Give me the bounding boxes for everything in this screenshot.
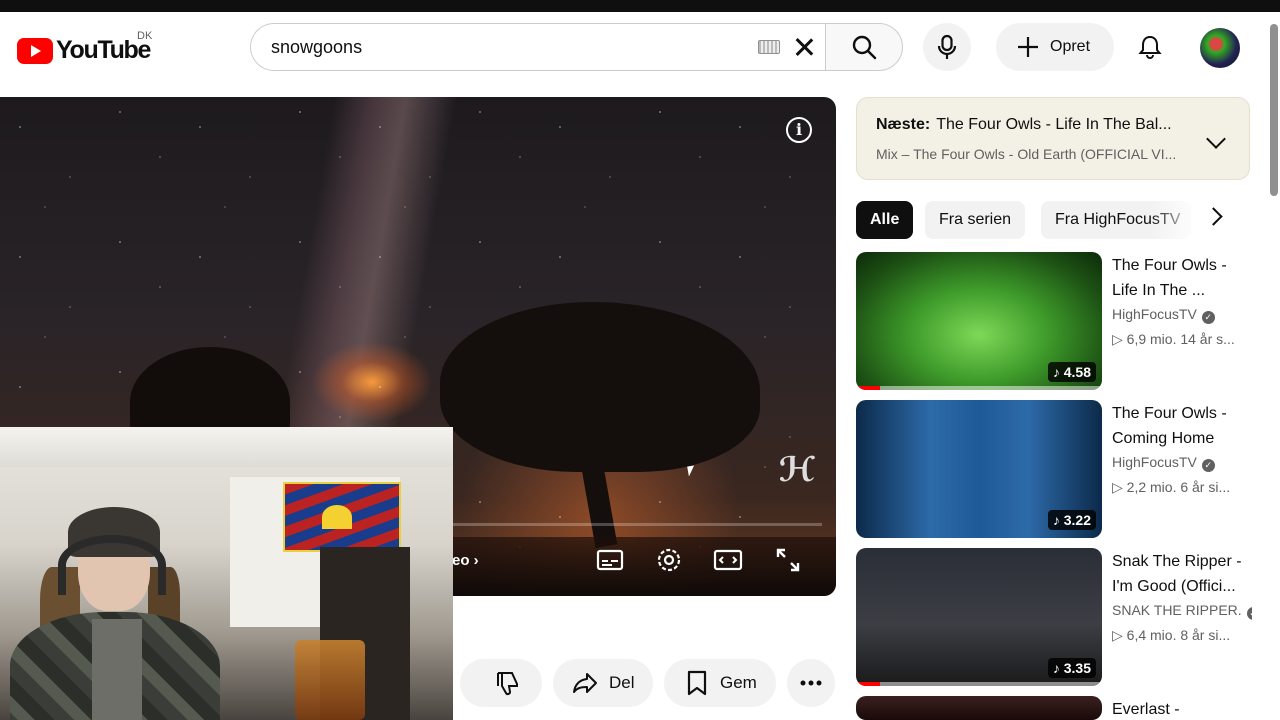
browser-top-strip xyxy=(0,0,1280,12)
theater-mode-icon[interactable] xyxy=(713,545,743,575)
duration-badge: ♪ 4.58 xyxy=(1047,362,1096,382)
voice-search-button[interactable] xyxy=(923,23,971,71)
youtube-play-icon xyxy=(17,37,53,64)
search-button[interactable] xyxy=(825,23,903,71)
video-meta: ▷ 2,2 mio. 6 år si... xyxy=(1112,479,1231,495)
recommendation-item[interactable]: ♪ 3.35 Snak The Ripper - I'm Good (Offic… xyxy=(856,548,1256,688)
room-ceiling xyxy=(0,427,453,467)
share-button[interactable]: Del xyxy=(553,659,653,707)
clear-search-icon[interactable] xyxy=(792,35,816,59)
subtitles-icon[interactable] xyxy=(595,545,625,575)
jar xyxy=(295,640,365,720)
duration-badge: ♪ 3.35 xyxy=(1047,658,1096,678)
notifications-button[interactable] xyxy=(1126,23,1174,71)
settings-gear-icon[interactable] xyxy=(654,545,684,575)
watch-progress-track xyxy=(856,386,1102,390)
channel-watermark-icon[interactable]: ℋ xyxy=(776,452,818,488)
duration-badge: ♪ 3.22 xyxy=(1047,510,1096,530)
save-label: Gem xyxy=(720,673,757,692)
video-thumbnail[interactable]: ♪ 4.58 xyxy=(856,252,1102,390)
plus-icon xyxy=(1018,37,1038,57)
create-button[interactable]: Opret xyxy=(996,23,1114,71)
logo-text: YouTube xyxy=(56,36,151,64)
create-label: Opret xyxy=(1050,38,1091,55)
up-next-title: Næste: The Four Owls - Life In The Bal... xyxy=(876,116,1172,133)
microphone-icon xyxy=(937,34,957,59)
watch-progress-track xyxy=(856,682,1102,686)
person-shirt xyxy=(92,619,142,720)
headphones xyxy=(58,535,166,595)
chip-from-series[interactable]: Fra serien xyxy=(925,201,1026,239)
recommendation-item[interactable]: ♪ 3.22 The Four Owls - Coming Home HighF… xyxy=(856,400,1256,540)
channel-name[interactable]: SNAK THE RIPPER.✓ xyxy=(1112,602,1252,620)
chip-fade xyxy=(1150,201,1200,239)
watch-progress xyxy=(856,386,880,390)
recommendation-item[interactable]: Everlast - xyxy=(856,696,1256,720)
keyboard-icon[interactable] xyxy=(758,40,780,54)
fullscreen-icon[interactable] xyxy=(773,545,803,575)
video-meta: ▷ 6,4 mio. 8 år si... xyxy=(1112,627,1231,643)
more-dots-icon xyxy=(800,680,822,686)
chip-all[interactable]: Alle xyxy=(856,201,914,239)
thumbs-down-icon xyxy=(497,672,518,696)
video-thumbnail[interactable]: ♪ 3.35 xyxy=(856,548,1102,686)
progress-bar[interactable] xyxy=(452,523,822,526)
youtube-logo[interactable]: YouTube xyxy=(17,36,151,65)
more-actions-button[interactable] xyxy=(787,659,835,707)
country-code: DK xyxy=(137,30,153,42)
search-box[interactable]: snowgoons xyxy=(250,23,826,71)
flag-emblem xyxy=(322,505,352,529)
video-title[interactable]: The Four Owls - Coming Home xyxy=(1112,401,1252,451)
share-arrow-icon xyxy=(573,673,597,693)
verified-icon: ✓ xyxy=(1246,607,1252,620)
video-title[interactable]: The Four Owls - Life In The ... xyxy=(1112,253,1252,303)
chevron-right-icon[interactable] xyxy=(1204,207,1223,226)
bell-icon xyxy=(1138,35,1162,59)
dislike-button[interactable] xyxy=(460,659,542,707)
search-icon xyxy=(852,35,877,60)
recommendation-item[interactable]: ♪ 4.58 The Four Owls - Life In The ... H… xyxy=(856,252,1256,392)
chevron-down-icon[interactable] xyxy=(1206,129,1226,149)
info-icon[interactable]: i xyxy=(786,117,812,143)
save-button[interactable]: Gem xyxy=(664,659,776,707)
next-video-link[interactable]: eo › xyxy=(452,552,479,569)
video-title[interactable]: Snak The Ripper - I'm Good (Offici... xyxy=(1112,549,1252,599)
verified-icon: ✓ xyxy=(1201,311,1215,324)
up-next-panel[interactable]: Næste: The Four Owls - Life In The Bal...… xyxy=(856,97,1250,180)
mouse-cursor xyxy=(687,465,696,477)
verified-icon: ✓ xyxy=(1201,459,1215,472)
channel-name[interactable]: HighFocusTV ✓ xyxy=(1112,454,1252,472)
page-scrollbar[interactable] xyxy=(1270,24,1278,196)
channel-name[interactable]: HighFocusTV ✓ xyxy=(1112,306,1252,324)
search-input[interactable]: snowgoons xyxy=(271,37,758,58)
video-meta: ▷ 6,9 mio. 14 år s... xyxy=(1112,331,1235,347)
video-thumbnail[interactable] xyxy=(856,696,1102,720)
webcam-overlay xyxy=(0,427,453,720)
watch-progress xyxy=(856,682,880,686)
account-avatar[interactable] xyxy=(1200,28,1240,68)
video-thumbnail[interactable]: ♪ 3.22 xyxy=(856,400,1102,538)
up-next-subtitle: Mix – The Four Owls - Old Earth (OFFICIA… xyxy=(876,146,1177,162)
share-label: Del xyxy=(609,673,635,692)
masthead: YouTube DK snowgoons Opret xyxy=(0,12,1262,84)
video-title[interactable]: Everlast - xyxy=(1112,697,1252,720)
bookmark-icon xyxy=(687,670,707,696)
